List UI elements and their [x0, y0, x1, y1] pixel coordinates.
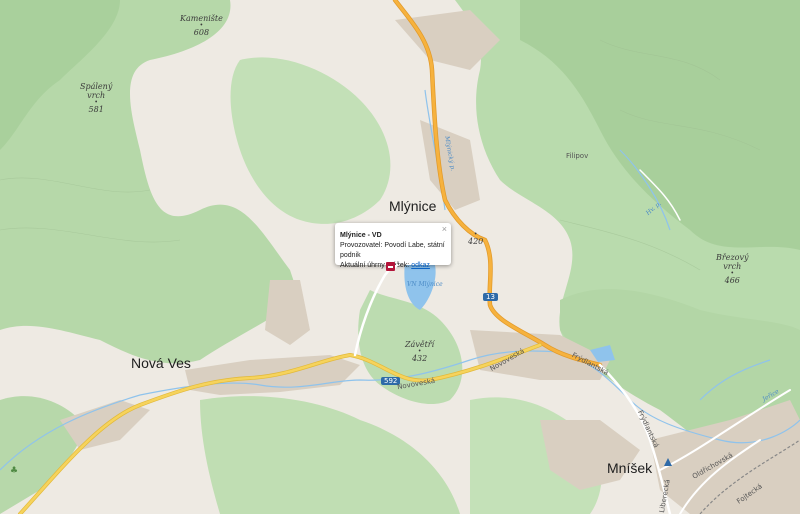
peak-zavetri: Závětří • 432	[405, 340, 435, 363]
peak-kameniste: Kamenište • 608	[180, 14, 223, 37]
town-mnisek: Mníšek	[607, 460, 653, 476]
locality-filipov: Filipov	[566, 152, 589, 160]
town-mlynice: Mlýnice	[389, 198, 437, 214]
peak-spaleny-vrch: Spálený vrch • 581	[80, 82, 113, 114]
peak-brezovy-vrch: Březový vrch • 466	[716, 253, 749, 285]
town-nova-ves: Nová Ves	[131, 355, 191, 371]
map-canvas[interactable]: Kamenište • 608 Spálený vrch • 581 • 420 Závět…	[0, 0, 800, 514]
popup-operator: Provozovatel: Povodí Labe, státní podnik	[340, 242, 445, 259]
peak-420: • 420	[468, 231, 484, 247]
info-popup: × Mlýnice - VD Provozovatel: Povodí Labe…	[335, 223, 451, 271]
reservoir-label: VN Mlýnice	[407, 281, 443, 288]
popup-rain-link[interactable]: odkaz	[411, 262, 430, 269]
dam-marker-icon[interactable]	[386, 262, 395, 271]
popup-close-button[interactable]: ×	[442, 224, 447, 234]
route-13-shield: 13	[483, 293, 498, 301]
tree-icon: ♣	[10, 466, 19, 476]
popup-title: Mlýnice - VD	[340, 232, 382, 239]
